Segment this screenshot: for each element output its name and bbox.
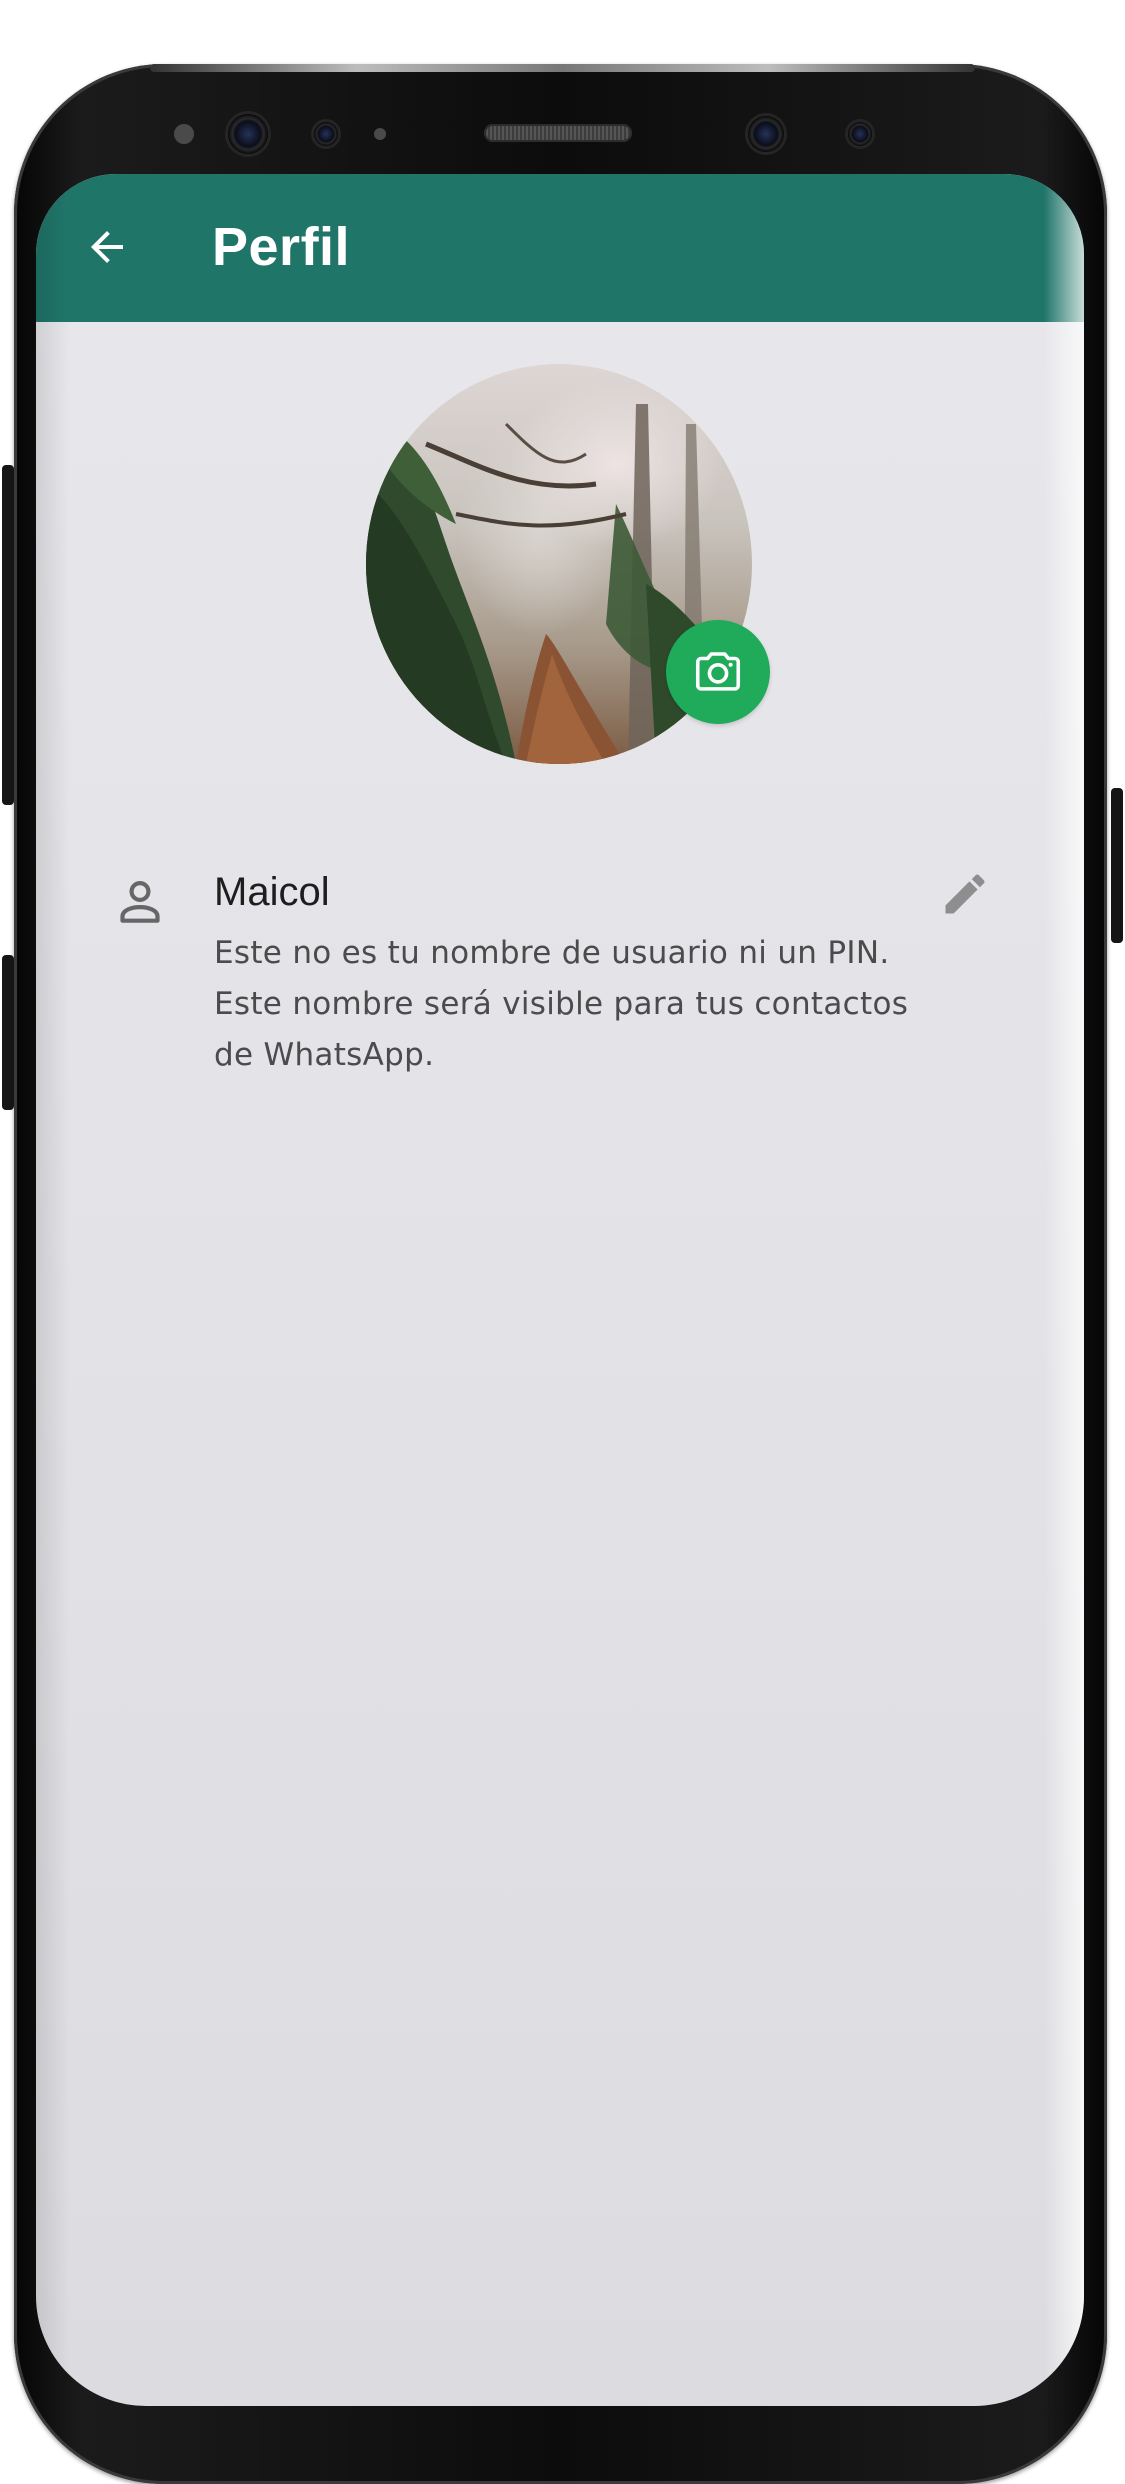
pencil-icon — [945, 874, 985, 914]
screen: Perfil Maicol Este no es tu nombre de us… — [36, 174, 1084, 2406]
bixby-button — [2, 955, 14, 1110]
screen-edge-highlight — [1044, 174, 1084, 2406]
back-button[interactable] — [72, 212, 142, 282]
edit-name-button[interactable] — [939, 868, 991, 920]
iris-scanner-lens — [228, 114, 268, 154]
change-photo-button[interactable] — [666, 620, 770, 724]
front-camera-lens — [748, 116, 784, 152]
camera-icon — [695, 652, 741, 691]
led-indicator — [374, 128, 386, 140]
phone-top-rim — [150, 64, 975, 72]
power-button — [1111, 788, 1123, 943]
iris-camera-lens — [848, 122, 872, 146]
page-title: Perfil — [212, 217, 351, 277]
arrow-left-icon — [91, 231, 123, 263]
profile-name: Maicol — [214, 870, 330, 914]
earpiece-speaker — [484, 124, 632, 142]
name-description: Este no es tu nombre de usuario ni un PI… — [214, 935, 909, 1073]
screen-edge-shadow — [36, 174, 70, 2406]
proximity-sensor — [174, 124, 194, 144]
app-bar: Perfil — [36, 174, 1084, 322]
person-icon — [120, 881, 160, 923]
volume-button — [2, 465, 14, 805]
light-sensor — [314, 122, 338, 146]
